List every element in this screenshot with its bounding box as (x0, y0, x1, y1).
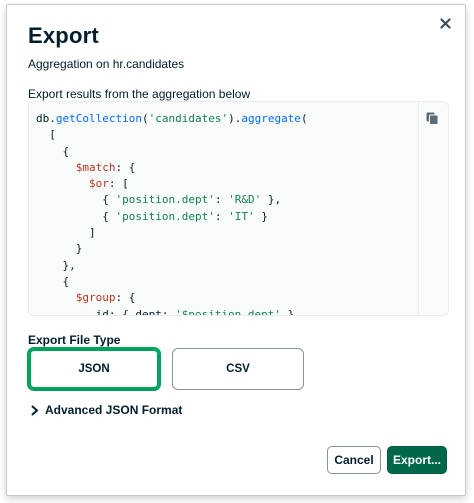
code-line: _id: { dept: '$position.dept' }, (36, 307, 418, 315)
advanced-json-format-toggle[interactable]: Advanced JSON Format (31, 403, 182, 417)
copy-icon (426, 112, 438, 125)
code-label: Export results from the aggregation belo… (28, 87, 251, 101)
code-line: $group: { (36, 290, 418, 306)
code-token: { (36, 274, 70, 288)
code-token: aggregate (241, 112, 301, 125)
code-token: ] (36, 226, 96, 240)
code-line: $match: { (36, 160, 418, 176)
code-token: : { (115, 160, 136, 174)
close-button[interactable] (435, 13, 455, 33)
file-type-csv-option[interactable]: CSV (172, 348, 304, 390)
code-token: _id: { dept: (36, 307, 176, 315)
code-line: db.getCollection('candidates').aggregate… (36, 111, 418, 127)
advanced-json-format-label: Advanced JSON Format (45, 403, 183, 417)
code-token: 'candidates' (148, 112, 229, 125)
export-button[interactable]: Export... (387, 446, 447, 474)
code-token: }, (261, 193, 282, 207)
code-token: ( (141, 112, 149, 125)
close-icon (439, 17, 451, 29)
code-line: { (36, 274, 418, 290)
code-token: db. (36, 112, 56, 125)
code-token: 'R&D' (228, 193, 262, 207)
file-type-label: Export File Type (28, 333, 121, 347)
code-content: db.getCollection('candidates').aggregate… (29, 102, 418, 315)
code-token: $match (75, 160, 116, 174)
chevron-right-icon (31, 405, 38, 415)
code-line: [ (36, 127, 418, 143)
code-line: { (36, 144, 418, 160)
code-line: $or: [ (36, 176, 418, 192)
file-type-json-label: JSON (78, 363, 110, 375)
code-token: : (214, 193, 229, 207)
code-scroll-area[interactable]: db.getCollection('candidates').aggregate… (29, 102, 418, 315)
code-divider (418, 102, 419, 315)
code-line: ] (36, 225, 418, 241)
code-line: { 'position.dept': 'IT' } (36, 209, 418, 225)
code-token: 'position.dept' (115, 209, 215, 223)
modal-subtitle: Aggregation on hr.candidates (28, 57, 185, 71)
code-line: } (36, 241, 418, 257)
code-token: } (36, 242, 83, 256)
code-line: { 'position.dept': 'R&D' }, (36, 192, 418, 208)
code-token: : [ (108, 177, 129, 191)
code-token: ( (300, 112, 308, 125)
code-token: '$position.dept' (175, 307, 282, 315)
modal-title: Export (28, 23, 99, 48)
file-type-json-option[interactable]: JSON (28, 348, 160, 390)
export-modal: Export Aggregation on hr.candidates Expo… (6, 4, 466, 496)
code-token: : { (115, 291, 136, 305)
code-token: [ (36, 128, 56, 142)
code-block: db.getCollection('candidates').aggregate… (28, 101, 449, 316)
code-token: 'IT' (228, 209, 255, 223)
copy-button[interactable] (422, 108, 442, 128)
code-token: 'position.dept' (115, 193, 215, 207)
code-token: getCollection (55, 112, 142, 125)
file-type-csv-label: CSV (226, 363, 250, 375)
cancel-button[interactable]: Cancel (327, 446, 381, 474)
code-token: $or (88, 177, 109, 191)
code-token: $group (75, 291, 116, 305)
code-token: { (36, 193, 116, 207)
code-token: } (254, 209, 268, 223)
code-token: ). (228, 112, 242, 125)
code-token: { (36, 209, 116, 223)
code-token: }, (281, 307, 301, 315)
code-token: : (214, 209, 229, 223)
code-token: }, (36, 258, 76, 272)
code-line: }, (36, 258, 418, 274)
code-token: { (36, 144, 70, 158)
